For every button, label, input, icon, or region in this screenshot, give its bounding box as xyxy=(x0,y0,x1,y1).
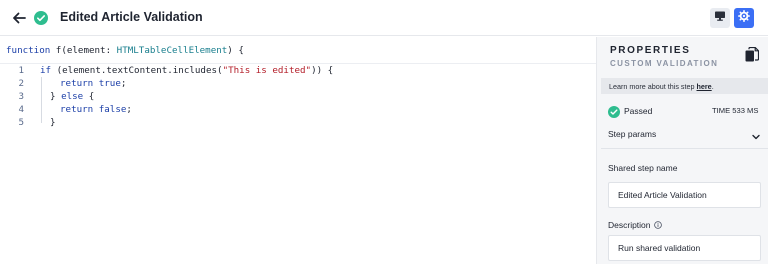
signature-tail: ) { xyxy=(227,45,244,56)
gear-icon xyxy=(738,9,750,27)
learn-more-link[interactable]: here xyxy=(697,82,712,91)
status-text: Passed xyxy=(624,106,653,116)
shared-step-name-label: Shared step name xyxy=(608,163,678,173)
back-arrow-icon[interactable] xyxy=(10,9,28,27)
function-signature: function f(element: HTMLTableCellElement… xyxy=(6,45,244,56)
page-title: Edited Article Validation xyxy=(60,10,203,24)
info-icon[interactable] xyxy=(653,221,662,229)
code-line: return false; xyxy=(60,104,132,115)
section-divider xyxy=(601,148,768,149)
execution-time: TIME 533 MS xyxy=(712,106,759,115)
editor-divider xyxy=(0,63,596,64)
shared-step-name-field[interactable]: Edited Article Validation xyxy=(608,182,761,208)
learn-more-text: Learn more about this step xyxy=(609,82,697,91)
settings-button[interactable] xyxy=(734,8,754,28)
code-line: return true; xyxy=(60,78,126,89)
code-text: (element.textContent.includes( xyxy=(51,65,223,76)
signature-name: f(element: xyxy=(50,45,117,56)
code-literal: true xyxy=(93,78,121,89)
line-number: 5 xyxy=(18,117,24,128)
panel-subtitle: CUSTOM VALIDATION xyxy=(610,59,719,68)
signature-keyword: function xyxy=(6,45,51,56)
indent-guide xyxy=(41,77,42,123)
panel-title: PROPERTIES xyxy=(610,45,691,56)
learn-more-period: . xyxy=(711,82,714,91)
line-number: 2 xyxy=(18,78,24,89)
chevron-down-icon[interactable] xyxy=(751,129,761,140)
code-text: )) { xyxy=(311,65,334,76)
check-circle-icon xyxy=(34,11,48,25)
code-keyword: if xyxy=(40,65,52,76)
learn-more-banner: Learn more about this step here. xyxy=(601,78,768,94)
monitor-button[interactable] xyxy=(710,8,730,28)
line-number: 4 xyxy=(18,104,24,115)
properties-panel: PROPERTIES CUSTOM VALIDATION Learn more … xyxy=(596,37,768,264)
code-editor[interactable]: function f(element: HTMLTableCellElement… xyxy=(0,37,596,264)
code-keyword: return xyxy=(60,78,94,89)
code-keyword: else xyxy=(61,91,84,102)
code-text: ; xyxy=(126,104,132,115)
step-params-toggle[interactable]: Step params xyxy=(608,129,656,139)
description-label: Description xyxy=(608,220,662,230)
code-text: } xyxy=(50,91,62,102)
line-number: 3 xyxy=(18,91,24,102)
code-text: ; xyxy=(120,78,127,89)
monitor-icon xyxy=(714,9,726,27)
top-bar: Edited Article Validation xyxy=(0,0,768,36)
check-circle-icon xyxy=(608,105,620,118)
code-text: } xyxy=(50,117,56,128)
code-line: } xyxy=(50,117,56,128)
signature-type: HTMLTableCellElement xyxy=(116,45,228,56)
description-field[interactable]: Run shared validation xyxy=(608,235,761,261)
description-label-text: Description xyxy=(608,220,651,230)
code-line: } else { xyxy=(50,91,94,102)
code-keyword: return xyxy=(60,104,94,115)
copy-icon[interactable] xyxy=(745,46,760,63)
code-text: { xyxy=(83,91,95,102)
code-line: if (element.textContent.includes("This i… xyxy=(40,65,333,76)
line-number: 1 xyxy=(18,65,24,76)
code-string: "This is edited" xyxy=(222,65,312,76)
code-literal: false xyxy=(93,104,127,115)
